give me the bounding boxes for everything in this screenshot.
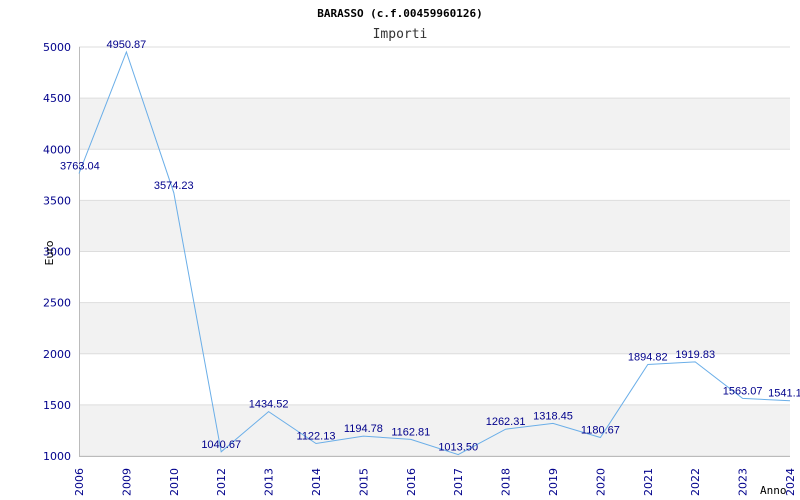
x-tick-label: 2009 (120, 468, 133, 496)
data-label: 4950.87 (107, 39, 147, 51)
y-tick-label: 1000 (43, 450, 71, 463)
x-tick-label: 2017 (452, 468, 465, 496)
x-tick-labels: 2006 2009 2010 2012 2013 2014 2015 2016 2017 2018… (73, 468, 797, 496)
x-tick-label: 2018 (500, 468, 513, 496)
y-tick-label: 4000 (43, 143, 71, 156)
x-tick-label: 2012 (215, 468, 228, 496)
x-tick-label: 2019 (547, 468, 560, 496)
data-label: 3574.23 (154, 180, 194, 192)
x-axis-label: Anno (760, 484, 787, 497)
x-tick-label: 2021 (642, 468, 655, 496)
data-label: 1040.67 (201, 439, 241, 451)
data-label: 1013.50 (438, 442, 478, 454)
y-tick-label: 3500 (43, 194, 71, 207)
data-label: 1194.78 (344, 423, 383, 435)
data-label: 1434.52 (249, 399, 289, 411)
data-label: 1563.07 (723, 385, 763, 397)
background-band (79, 200, 790, 252)
data-label: 1318.45 (533, 410, 573, 422)
data-label: 1162.81 (391, 426, 430, 438)
y-tick-label: 2000 (43, 348, 71, 361)
x-tick-label: 2022 (689, 468, 702, 496)
y-axis-label: Euro (43, 240, 56, 265)
x-tick-label: 2015 (357, 468, 370, 496)
background-band (79, 149, 790, 201)
background-band (79, 404, 790, 456)
x-tick-label: 2023 (737, 468, 750, 496)
data-label: 1894.82 (628, 352, 668, 364)
background-band (79, 98, 790, 150)
x-tick-label: 2020 (594, 468, 607, 496)
background-band (79, 353, 790, 405)
data-label: 1541.15 (768, 388, 800, 400)
data-label: 1180.67 (581, 425, 620, 437)
x-tick-label: 2010 (168, 468, 181, 496)
x-tick-label: 2006 (73, 468, 86, 496)
chart: 100015002000250030003500400045005000 200… (43, 7, 800, 497)
data-label: 1262.31 (486, 416, 526, 428)
background-band (79, 302, 790, 354)
y-tick-label: 4500 (43, 92, 71, 105)
x-tick-label: 2016 (405, 468, 418, 496)
x-tick-label: 2014 (310, 468, 323, 496)
y-tick-label: 2500 (43, 297, 71, 310)
x-tick-label: 2013 (263, 468, 276, 496)
y-tick-label: 5000 (43, 41, 71, 54)
data-label: 3763.04 (60, 160, 100, 172)
background-band (79, 47, 790, 99)
chart-title: BARASSO (c.f.00459960126) (317, 7, 483, 20)
y-tick-label: 1500 (43, 399, 71, 412)
data-label: 1122.13 (297, 431, 336, 443)
chart-subtitle: Importi (373, 27, 428, 42)
data-label: 1919.83 (675, 349, 715, 361)
